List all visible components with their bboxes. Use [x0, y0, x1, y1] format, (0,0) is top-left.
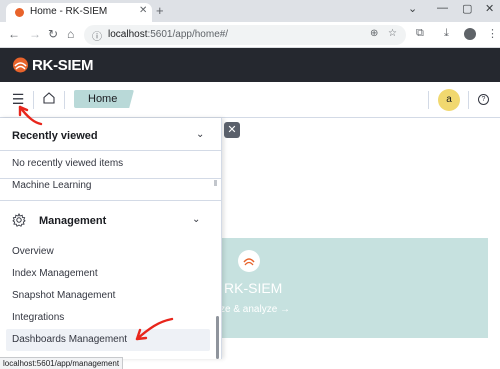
- brand-name[interactable]: RK-SIEM: [32, 57, 94, 74]
- scrollbar-thumb[interactable]: [216, 316, 219, 359]
- profile-avatar-icon[interactable]: [464, 28, 476, 40]
- reload-icon[interactable]: ↻: [48, 27, 58, 41]
- gear-icon: [12, 213, 26, 227]
- hero-logo-icon: [238, 250, 260, 272]
- site-info-icon[interactable]: ⓘ: [92, 28, 102, 43]
- app-subheader: ☰ Home: [0, 82, 500, 118]
- forward-icon[interactable]: →: [29, 27, 41, 41]
- url-text: localhost:5601/app/home#/: [108, 29, 228, 40]
- hero-banner: RK-SIEM alize & analyze →: [210, 238, 488, 338]
- recently-viewed-empty: No recently viewed items: [12, 158, 124, 169]
- app-header: RK-SIEM: [0, 48, 500, 82]
- browser-tab-strip: Home - RK-SIEM ✕ + ⌄ — ▢ ✕: [0, 0, 500, 22]
- address-bar[interactable]: ⓘ localhost:5601/app/home#/ ⊕ ☆: [84, 25, 406, 45]
- side-nav-flyout: Recently viewed ⌄ No recently viewed ite…: [0, 118, 222, 359]
- zoom-icon[interactable]: ⊕: [370, 28, 378, 39]
- tab-title: Home - RK-SIEM: [30, 6, 108, 17]
- url-path: :5601/app/home#/: [147, 29, 229, 40]
- breadcrumb[interactable]: Home: [74, 90, 134, 108]
- chevron-down-icon[interactable]: ⌄: [196, 129, 204, 140]
- annotation-arrow-icon: [18, 105, 43, 126]
- browser-toolbar: ← → ↻ ⌂ ⓘ localhost:5601/app/home#/ ⊕ ☆ …: [0, 22, 500, 48]
- help-icon[interactable]: ?: [478, 94, 489, 105]
- nav-item-index-management[interactable]: Index Management: [12, 268, 98, 279]
- favicon-icon: [15, 8, 24, 17]
- browser-tab[interactable]: Home - RK-SIEM ✕: [6, 3, 152, 22]
- browser-menu-icon[interactable]: ⋮: [487, 27, 498, 40]
- home-icon[interactable]: [42, 91, 56, 105]
- maximize-button[interactable]: ▢: [462, 2, 472, 15]
- nav-item-dashboards-management[interactable]: Dashboards Management: [12, 334, 127, 345]
- close-window-button[interactable]: ✕: [485, 2, 494, 15]
- tab-close-icon[interactable]: ✕: [139, 5, 147, 16]
- annotation-arrow-icon: [135, 317, 174, 341]
- hero-link[interactable]: alize & analyze →: [210, 304, 290, 315]
- minimize-button[interactable]: —: [437, 2, 448, 14]
- url-host: localhost: [108, 29, 148, 40]
- recently-viewed-title[interactable]: Recently viewed: [12, 130, 98, 142]
- divider: [468, 91, 469, 109]
- divider: [0, 178, 221, 179]
- hero-title: RK-SIEM: [224, 280, 283, 296]
- bookmark-star-icon[interactable]: ☆: [388, 28, 397, 39]
- breadcrumb-label: Home: [88, 93, 118, 105]
- scrollbar-track-marker: [214, 180, 217, 186]
- browser-status-bar: localhost:5601/app/management: [0, 357, 124, 369]
- nav-item-overview[interactable]: Overview: [12, 246, 54, 257]
- tab-search-icon[interactable]: ⌄: [408, 2, 417, 15]
- nav-item-integrations[interactable]: Integrations: [12, 312, 64, 323]
- divider: [0, 150, 221, 151]
- close-flyout-button[interactable]: ✕: [224, 122, 240, 138]
- divider: [64, 91, 65, 109]
- download-icon[interactable]: ⤓: [444, 27, 449, 40]
- brand-logo-icon[interactable]: [12, 57, 29, 73]
- chevron-down-icon[interactable]: ⌄: [192, 214, 200, 225]
- divider: [0, 200, 221, 201]
- nav-item-snapshot-management[interactable]: Snapshot Management: [12, 290, 115, 301]
- user-avatar[interactable]: a: [438, 89, 460, 111]
- home-browser-icon[interactable]: ⌂: [67, 27, 74, 41]
- extensions-icon[interactable]: ⧉: [416, 27, 424, 40]
- management-section-title[interactable]: Management: [39, 215, 106, 227]
- new-tab-button[interactable]: +: [156, 3, 164, 18]
- back-icon[interactable]: ←: [8, 27, 20, 41]
- divider: [428, 91, 429, 109]
- nav-item-machine-learning[interactable]: Machine Learning: [12, 180, 92, 191]
